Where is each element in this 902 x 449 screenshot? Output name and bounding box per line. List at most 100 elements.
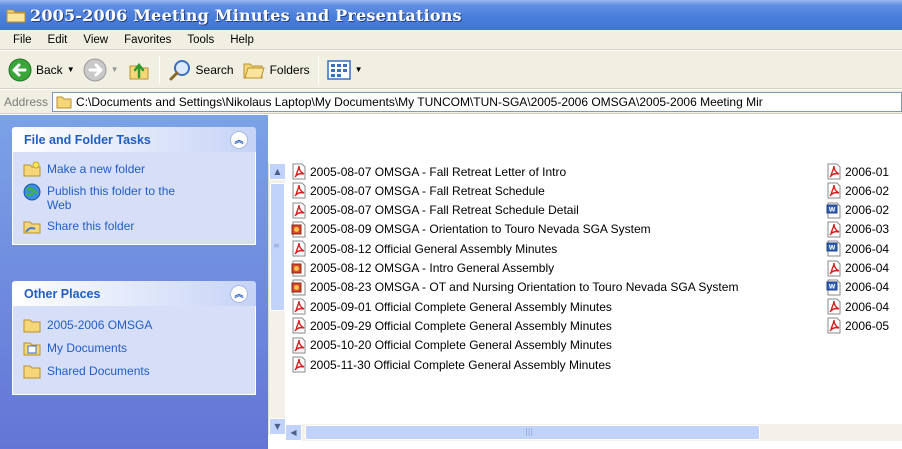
new-folder-icon (23, 161, 41, 177)
panel-header[interactable]: Other Places ︽ (12, 281, 256, 306)
address-label: Address (4, 94, 49, 109)
file-item[interactable]: 2006-05 (826, 316, 889, 335)
menu-tools[interactable]: Tools (179, 34, 222, 46)
file-item[interactable]: 2006-04 (826, 259, 889, 278)
place-link-omsga[interactable]: 2005-2006 OMSGA (23, 318, 245, 333)
scroll-left-button[interactable]: ◀ (285, 424, 302, 441)
views-button[interactable]: ▼ (323, 54, 367, 86)
chevron-down-icon[interactable]: ▼ (67, 65, 75, 74)
file-item[interactable]: W 2006-04 (826, 278, 889, 297)
collapse-icon[interactable]: ︽ (230, 130, 248, 149)
publish-web-icon (23, 183, 41, 201)
toolbar: Back ▼ ▼ Search Folders ▼ (0, 51, 902, 89)
shared-documents-icon (23, 365, 41, 379)
file-item[interactable]: 2005-09-29 Official Complete General Ass… (291, 316, 612, 335)
scroll-up-button[interactable]: ▲ (269, 163, 286, 180)
grip-icon: ≡ (273, 241, 280, 250)
search-button[interactable]: Search (164, 54, 238, 86)
vertical-scrollbar[interactable]: ▲ ≡ ▼ (268, 163, 286, 435)
collapse-icon[interactable]: ︽ (230, 284, 248, 303)
panel-title: Other Places (24, 286, 101, 301)
address-bar: Address C:\Documents and Settings\Nikola… (0, 90, 902, 114)
file-item[interactable]: 2005-11-30 Official Complete General Ass… (291, 355, 611, 374)
forward-arrow-icon (83, 58, 107, 81)
place-label: 2005-2006 OMSGA (47, 318, 153, 332)
pdf-file-icon (827, 260, 841, 276)
make-new-folder-link[interactable]: Make a new folder (23, 161, 245, 177)
file-item[interactable]: 2005-08-07 OMSGA - Fall Retreat Letter o… (291, 162, 566, 181)
file-folder-tasks-panel: File and Folder Tasks ︽ Make a new folde… (12, 127, 256, 245)
place-label: Shared Documents (47, 364, 150, 378)
address-input[interactable]: C:\Documents and Settings\Nikolaus Lapto… (52, 91, 902, 112)
task-label: Share this folder (47, 219, 135, 233)
scroll-down-button[interactable]: ▼ (269, 418, 286, 435)
panel-header[interactable]: File and Folder Tasks ︽ (12, 127, 256, 152)
menu-view[interactable]: View (75, 34, 116, 46)
file-name: 2005-08-07 OMSGA - Fall Retreat Schedule… (310, 203, 579, 218)
file-name: 2006-02 (845, 203, 890, 218)
task-label: Make a new folder (47, 162, 146, 176)
place-link-my-documents[interactable]: My Documents (23, 341, 245, 356)
file-item[interactable]: 2005-10-20 Official Complete General Ass… (291, 336, 612, 355)
up-folder-button[interactable] (123, 54, 155, 86)
file-item[interactable]: 2005-08-07 OMSGA - Fall Retreat Schedule (291, 181, 545, 200)
chevron-down-icon[interactable]: ▼ (111, 65, 119, 74)
file-item[interactable]: W 2006-04 (826, 239, 889, 258)
my-documents-icon (23, 342, 41, 356)
pdf-file-icon (292, 163, 306, 180)
svg-text:W: W (829, 283, 836, 290)
views-icon (326, 59, 351, 80)
file-name: 2006-03 (845, 222, 890, 237)
menu-favorites[interactable]: Favorites (116, 34, 179, 46)
publish-folder-link[interactable]: Publish this folder to the Web (23, 183, 245, 212)
file-item[interactable]: 2005-08-12 Official General Assembly Min… (291, 239, 557, 258)
title-bar[interactable]: 2005-2006 Meeting Minutes and Presentati… (0, 0, 902, 30)
folders-icon (243, 63, 265, 78)
file-item[interactable]: 2006-04 (826, 297, 889, 316)
file-name: 2005-08-12 Official General Assembly Min… (310, 241, 558, 256)
panel-body: 2005-2006 OMSGA My Documents Shared Docu… (12, 306, 256, 395)
file-item[interactable]: 2006-02 (826, 181, 889, 200)
address-path: C:\Documents and Settings\Nikolaus Lapto… (76, 94, 763, 109)
place-link-shared-documents[interactable]: Shared Documents (23, 364, 245, 379)
horizontal-scrollbar[interactable]: ◀ ||| (285, 424, 902, 441)
file-name: 2006-01 (845, 164, 890, 179)
word-file-icon: W (826, 240, 841, 257)
file-item[interactable]: 2006-03 (826, 220, 889, 239)
file-name: 2005-08-09 OMSGA - Orientation to Touro … (310, 222, 651, 237)
forward-button[interactable]: ▼ (79, 54, 123, 86)
file-item[interactable]: 2005-08-12 OMSGA - Intro General Assembl… (291, 259, 554, 278)
file-item[interactable]: 2006-01 (826, 162, 889, 181)
file-item[interactable]: W 2006-02 (826, 201, 889, 220)
file-item[interactable]: 2005-08-23 OMSGA - OT and Nursing Orient… (291, 278, 738, 297)
file-name: 2005-08-23 OMSGA - OT and Nursing Orient… (310, 280, 739, 295)
folder-icon (23, 319, 41, 333)
file-name: 2005-09-01 Official Complete General Ass… (310, 299, 612, 314)
menu-edit[interactable]: Edit (40, 34, 76, 46)
folders-label: Folders (269, 62, 310, 77)
pdf-file-icon (827, 221, 841, 238)
search-icon (169, 59, 190, 80)
chevron-down-icon[interactable]: ▼ (355, 65, 363, 74)
file-item[interactable]: 2005-08-09 OMSGA - Orientation to Touro … (291, 220, 651, 239)
pdf-file-icon (292, 240, 306, 257)
file-item[interactable]: 2005-09-01 Official Complete General Ass… (291, 297, 612, 316)
pdf-file-icon (292, 337, 306, 354)
share-folder-link[interactable]: Share this folder (23, 219, 245, 234)
other-places-panel: Other Places ︽ 2005-2006 OMSGA My Docume… (12, 281, 256, 395)
back-arrow-icon (8, 58, 32, 81)
file-item[interactable]: 2005-08-07 OMSGA - Fall Retreat Schedule… (291, 201, 579, 220)
pdf-file-icon (827, 182, 841, 199)
pdf-file-icon (292, 356, 306, 373)
word-file-icon: W (826, 279, 841, 296)
grip-icon: ||| (525, 427, 534, 436)
back-label: Back (36, 62, 63, 77)
toolbar-separator (317, 55, 319, 84)
folder-icon (56, 96, 72, 108)
menu-help[interactable]: Help (222, 34, 262, 46)
search-label: Search (195, 62, 234, 77)
toolbar-separator (158, 55, 160, 84)
menu-file[interactable]: File (5, 34, 40, 46)
back-button[interactable]: Back ▼ (4, 54, 79, 86)
folders-button[interactable]: Folders (238, 54, 314, 86)
